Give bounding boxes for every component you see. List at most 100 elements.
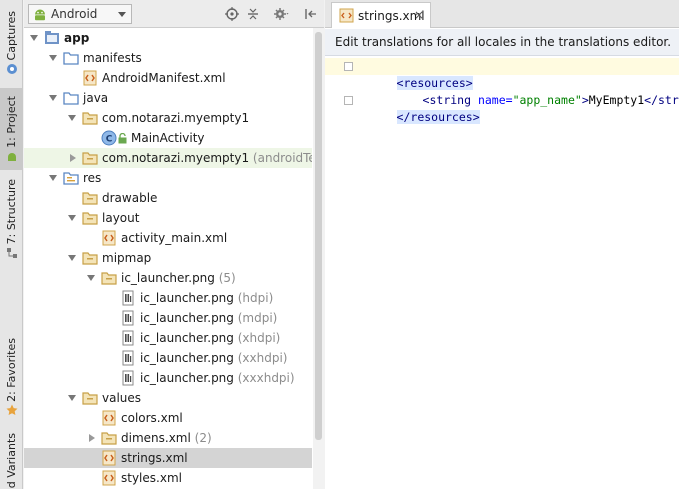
- tree-item[interactable]: java: [24, 88, 312, 108]
- tree-item-name: values: [102, 391, 142, 405]
- tree-item[interactable]: com.notarazi.myempty1 (androidTest): [24, 148, 312, 168]
- tree-item-suffix: (xxhdpi): [233, 351, 288, 365]
- package-icon: [82, 110, 98, 126]
- expand-arrow-icon[interactable]: [30, 35, 38, 41]
- tool-tab-build-variants[interactable]: d Variants: [0, 432, 23, 489]
- tree-item[interactable]: dimens.xml (2): [24, 428, 312, 448]
- fold-marker-icon[interactable]: [344, 96, 353, 105]
- package-icon: [82, 250, 98, 266]
- tree-item-label: ic_launcher.png (xhdpi): [140, 331, 280, 345]
- expand-arrow-icon[interactable]: [68, 395, 76, 401]
- collapse-arrow-icon[interactable]: [70, 154, 76, 162]
- structure-icon: [6, 248, 17, 259]
- target-icon[interactable]: [224, 6, 240, 22]
- translations-banner[interactable]: Edit translations for all locales in the…: [325, 29, 679, 56]
- tree-item-suffix: (androidTest): [252, 151, 312, 165]
- tree-item[interactable]: com.notarazi.myempty1: [24, 108, 312, 128]
- tree-item[interactable]: ic_launcher.png (5): [24, 268, 312, 288]
- tab-strings-xml[interactable]: strings.xml ×: [331, 2, 431, 28]
- image-file-icon: [120, 310, 136, 326]
- xml-file-icon: [101, 410, 117, 426]
- expand-arrow-icon[interactable]: [49, 175, 57, 181]
- star-icon: [6, 404, 17, 416]
- code-editor[interactable]: <resources> <string name="app_name">MyEm…: [325, 56, 679, 489]
- code-tag: </string>: [644, 93, 679, 107]
- tree-item[interactable]: colors.xml: [24, 408, 312, 428]
- tree-item[interactable]: app: [24, 28, 312, 48]
- tree-item[interactable]: ic_launcher.png (xxhdpi): [24, 348, 312, 368]
- collapse-icon[interactable]: [245, 6, 261, 22]
- tree-item-name: layout: [102, 211, 140, 225]
- tool-tab-captures[interactable]: Captures: [0, 4, 23, 82]
- camera-icon: [6, 64, 17, 75]
- tool-tab-project[interactable]: 1: Project: [0, 88, 23, 170]
- tree-item-suffix: (xxxhdpi): [233, 371, 295, 385]
- tree-item[interactable]: strings.xml: [24, 448, 312, 468]
- tool-tab-favorites-label: 2: Favorites: [5, 337, 18, 402]
- expand-arrow-icon[interactable]: [49, 95, 57, 101]
- tree-item[interactable]: drawable: [24, 188, 312, 208]
- editor-area: strings.xml × Edit translations for all …: [325, 0, 679, 489]
- tree-item-label: strings.xml: [121, 451, 188, 465]
- tree-item[interactable]: ic_launcher.png (xhdpi): [24, 328, 312, 348]
- package-icon: [82, 150, 98, 166]
- tree-item-label: ic_launcher.png (5): [121, 271, 236, 285]
- package-icon: [82, 190, 98, 206]
- code-tag: >: [581, 93, 589, 107]
- expand-arrow-icon[interactable]: [68, 115, 76, 121]
- expand-arrow-icon[interactable]: [68, 215, 76, 221]
- image-file-icon: [120, 290, 136, 306]
- tree-item[interactable]: res: [24, 168, 312, 188]
- hide-panel-icon[interactable]: [303, 6, 319, 22]
- tree-item[interactable]: manifests: [24, 48, 312, 68]
- expand-arrow-icon[interactable]: [87, 275, 95, 281]
- tool-tab-project-label: 1: Project: [5, 95, 18, 148]
- tree-item[interactable]: ic_launcher.png (mdpi): [24, 308, 312, 328]
- tree-item-suffix: (xhdpi): [233, 331, 281, 345]
- tree-item[interactable]: C MainActivity: [24, 128, 312, 148]
- xml-file-icon: [101, 230, 117, 246]
- tree-item-label: res: [83, 171, 101, 185]
- android-icon: [35, 9, 45, 21]
- package-icon: [82, 390, 98, 406]
- fold-marker-icon[interactable]: [344, 62, 353, 71]
- scrollbar-thumb[interactable]: [315, 32, 322, 440]
- code-line-1: <resources>: [355, 58, 473, 90]
- tree-item[interactable]: layout: [24, 208, 312, 228]
- tree-item-suffix: (5): [214, 271, 236, 285]
- tool-tab-build-variants-label: d Variants: [5, 432, 18, 489]
- tree-item[interactable]: values: [24, 388, 312, 408]
- tree-item-label: mipmap: [102, 251, 151, 265]
- package-icon: [101, 270, 117, 286]
- tool-tab-structure[interactable]: 7: Structure: [0, 176, 23, 262]
- tool-tab-captures-label: Captures: [5, 10, 18, 61]
- tree-item-name: com.notarazi.myempty1: [102, 111, 250, 125]
- tree-item-name: java: [83, 91, 109, 105]
- gear-icon[interactable]: [274, 6, 290, 22]
- tree-item[interactable]: AndroidManifest.xml: [24, 68, 312, 88]
- folder-icon: [63, 90, 79, 106]
- tree-item[interactable]: ic_launcher.png (xxxhdpi): [24, 368, 312, 388]
- collapse-arrow-icon[interactable]: [89, 434, 95, 442]
- tree-item-label: ic_launcher.png (hdpi): [140, 291, 273, 305]
- tree-item-name: strings.xml: [121, 451, 188, 465]
- tree-item-name: MainActivity: [131, 131, 205, 145]
- tree-item-suffix: (hdpi): [233, 291, 274, 305]
- tree-item[interactable]: ic_launcher.png (hdpi): [24, 288, 312, 308]
- close-icon[interactable]: ×: [414, 8, 424, 22]
- package-icon: [101, 430, 117, 446]
- tree-item-label: AndroidManifest.xml: [102, 71, 226, 85]
- project-view-select[interactable]: Android: [28, 4, 132, 24]
- tree-item[interactable]: mipmap: [24, 248, 312, 268]
- image-file-icon: [120, 330, 136, 346]
- xml-file-icon: [101, 470, 117, 486]
- expand-arrow-icon[interactable]: [49, 55, 57, 61]
- expand-arrow-icon[interactable]: [68, 255, 76, 261]
- tool-tab-favorites[interactable]: 2: Favorites: [0, 336, 23, 418]
- code-line-3: </resources>: [355, 92, 480, 124]
- tree-item[interactable]: activity_main.xml: [24, 228, 312, 248]
- tree-item[interactable]: styles.xml: [24, 468, 312, 488]
- res-folder-icon: [63, 170, 79, 186]
- module-icon: [44, 30, 60, 46]
- tree-item-name: ic_launcher.png: [140, 291, 234, 305]
